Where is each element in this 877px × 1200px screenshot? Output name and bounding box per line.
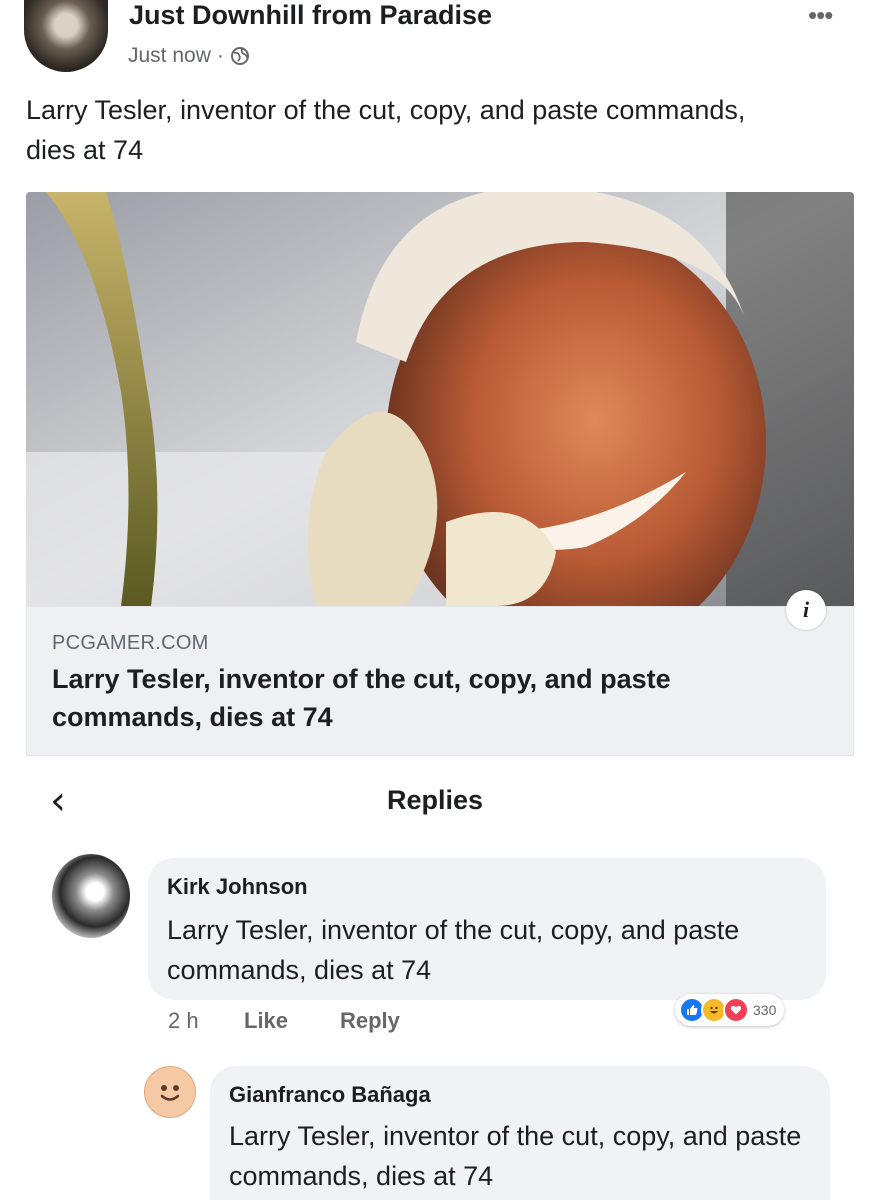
comment-text: Larry Tesler, inventor of the cut, copy,… xyxy=(167,915,740,985)
globe-icon xyxy=(230,47,249,65)
like-button[interactable]: Like xyxy=(244,1008,288,1034)
comment-author[interactable]: Kirk Johnson xyxy=(167,874,308,900)
back-chevron-icon[interactable]: ‹ xyxy=(50,778,66,824)
reactions-summary[interactable]: 330 xyxy=(675,994,785,1026)
reply-button[interactable]: Reply xyxy=(340,1008,400,1034)
meta-separator: · xyxy=(216,44,224,67)
reaction-count: 330 xyxy=(753,1002,777,1018)
post-meta: Just now · xyxy=(128,44,250,68)
comment-text: Larry Tesler, inventor of the cut, copy,… xyxy=(229,1121,802,1191)
post-text: Larry Tesler, inventor of the cut, copy,… xyxy=(26,95,746,165)
more-options-icon[interactable]: ••• xyxy=(808,0,833,31)
page-name-link[interactable]: Just Downhill from Paradise xyxy=(129,0,492,31)
comment-author[interactable]: Gianfranco Bañaga xyxy=(229,1082,431,1108)
smiley-icon xyxy=(160,1085,180,1101)
commenter-avatar[interactable] xyxy=(144,1066,196,1118)
comment-time[interactable]: 2 h xyxy=(168,1008,199,1034)
link-domain: PCGAMER.COM xyxy=(52,632,209,654)
replies-title: Replies xyxy=(387,785,484,815)
page-avatar[interactable] xyxy=(24,0,108,72)
love-icon xyxy=(723,997,749,1023)
commenter-avatar[interactable] xyxy=(52,854,130,938)
info-icon[interactable]: i xyxy=(786,590,826,630)
link-title[interactable]: Larry Tesler, inventor of the cut, copy,… xyxy=(52,660,792,736)
post-time[interactable]: Just now xyxy=(128,44,211,68)
link-preview-image[interactable] xyxy=(26,192,854,606)
article-photo xyxy=(26,192,854,606)
